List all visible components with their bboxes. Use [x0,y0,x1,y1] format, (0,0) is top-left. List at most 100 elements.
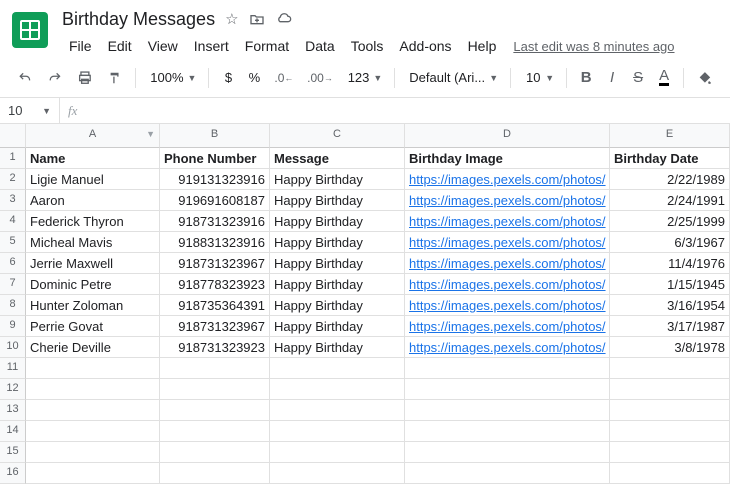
cell-message[interactable]: Happy Birthday [270,169,405,190]
cloud-status-icon[interactable] [275,11,293,27]
empty-cell[interactable] [270,379,405,400]
cell-message[interactable]: Happy Birthday [270,295,405,316]
menu-format[interactable]: Format [238,34,296,58]
row-header[interactable]: 10 [0,337,26,358]
last-edit-link[interactable]: Last edit was 8 minutes ago [513,39,674,54]
cell-image-link[interactable]: https://images.pexels.com/photos/ [405,316,610,337]
header-cell[interactable]: Message [270,148,405,169]
empty-cell[interactable] [160,400,270,421]
row-header[interactable]: 4 [0,211,26,232]
empty-cell[interactable] [270,442,405,463]
empty-cell[interactable] [405,379,610,400]
cell-date[interactable]: 2/25/1999 [610,211,730,232]
menu-tools[interactable]: Tools [344,34,391,58]
cell-name[interactable]: Ligie Manuel [26,169,160,190]
cell-date[interactable]: 11/4/1976 [610,253,730,274]
empty-cell[interactable] [26,400,160,421]
decrease-decimal-button[interactable]: .0← [269,66,298,90]
column-header-e[interactable]: E [610,124,730,148]
cell-date[interactable]: 3/8/1978 [610,337,730,358]
cell-message[interactable]: Happy Birthday [270,211,405,232]
cell-phone[interactable]: 919691608187 [160,190,270,211]
row-header[interactable]: 3 [0,190,26,211]
cell-date[interactable]: 2/22/1989 [610,169,730,190]
italic-button[interactable]: I [601,66,623,90]
cell-message[interactable]: Happy Birthday [270,337,405,358]
empty-cell[interactable] [160,442,270,463]
document-title[interactable]: Birthday Messages [62,9,215,30]
empty-cell[interactable] [610,421,730,442]
cell-date[interactable]: 3/17/1987 [610,316,730,337]
undo-button[interactable] [12,66,38,90]
strikethrough-button[interactable]: S [627,66,649,90]
empty-cell[interactable] [610,379,730,400]
row-header[interactable]: 9 [0,316,26,337]
menu-edit[interactable]: Edit [101,34,139,58]
sheets-logo[interactable] [12,12,48,48]
bold-button[interactable]: B [575,66,597,90]
column-header-c[interactable]: C [270,124,405,148]
column-header-d[interactable]: D [405,124,610,148]
increase-decimal-button[interactable]: .00→ [302,66,337,90]
cell-phone[interactable]: 918831323916 [160,232,270,253]
formula-input[interactable] [85,98,730,123]
currency-button[interactable]: $ [217,66,239,90]
empty-cell[interactable] [405,442,610,463]
empty-cell[interactable] [26,442,160,463]
cell-image-link[interactable]: https://images.pexels.com/photos/ [405,169,610,190]
row-header[interactable]: 2 [0,169,26,190]
cell-name[interactable]: Cherie Deville [26,337,160,358]
row-header[interactable]: 8 [0,295,26,316]
empty-cell[interactable] [405,463,610,484]
empty-cell[interactable] [405,400,610,421]
empty-cell[interactable] [270,358,405,379]
cell-date[interactable]: 6/3/1967 [610,232,730,253]
column-header-a[interactable]: A▼ [26,124,160,148]
paint-format-button[interactable] [101,66,127,90]
menu-file[interactable]: File [62,34,99,58]
cell-message[interactable]: Happy Birthday [270,253,405,274]
empty-cell[interactable] [610,442,730,463]
row-header[interactable]: 12 [0,379,26,400]
empty-cell[interactable] [405,358,610,379]
more-formats-button[interactable]: 123▼ [342,68,387,87]
row-header[interactable]: 14 [0,421,26,442]
move-icon[interactable] [249,11,265,27]
cell-message[interactable]: Happy Birthday [270,316,405,337]
cell-date[interactable]: 1/15/1945 [610,274,730,295]
empty-cell[interactable] [160,379,270,400]
row-header[interactable]: 13 [0,400,26,421]
cell-phone[interactable]: 918731323923 [160,337,270,358]
row-header[interactable]: 11 [0,358,26,379]
empty-cell[interactable] [270,463,405,484]
empty-cell[interactable] [160,421,270,442]
row-header[interactable]: 7 [0,274,26,295]
empty-cell[interactable] [26,463,160,484]
empty-cell[interactable] [610,400,730,421]
menu-insert[interactable]: Insert [187,34,236,58]
cell-message[interactable]: Happy Birthday [270,232,405,253]
column-dropdown-icon[interactable]: ▼ [146,129,155,139]
cell-phone[interactable]: 918735364391 [160,295,270,316]
cell-phone[interactable]: 919131323916 [160,169,270,190]
cell-name[interactable]: Aaron [26,190,160,211]
row-header[interactable]: 6 [0,253,26,274]
font-size-select[interactable]: 10▼ [519,68,558,87]
print-button[interactable] [72,66,98,90]
empty-cell[interactable] [26,358,160,379]
cell-phone[interactable]: 918731323967 [160,316,270,337]
cell-name[interactable]: Hunter Zoloman [26,295,160,316]
fill-color-button[interactable] [692,66,718,90]
cell-image-link[interactable]: https://images.pexels.com/photos/ [405,211,610,232]
cell-name[interactable]: Jerrie Maxwell [26,253,160,274]
cell-image-link[interactable]: https://images.pexels.com/photos/ [405,274,610,295]
cell-name[interactable]: Perrie Govat [26,316,160,337]
cell-image-link[interactable]: https://images.pexels.com/photos/ [405,295,610,316]
header-cell[interactable]: Birthday Date [610,148,730,169]
header-cell[interactable]: Name [26,148,160,169]
row-header[interactable]: 5 [0,232,26,253]
text-color-button[interactable]: A [653,66,675,90]
cell-name[interactable]: Federick Thyron [26,211,160,232]
spreadsheet-grid[interactable]: A▼BCDE1NamePhone NumberMessageBirthday I… [0,124,730,484]
empty-cell[interactable] [610,463,730,484]
